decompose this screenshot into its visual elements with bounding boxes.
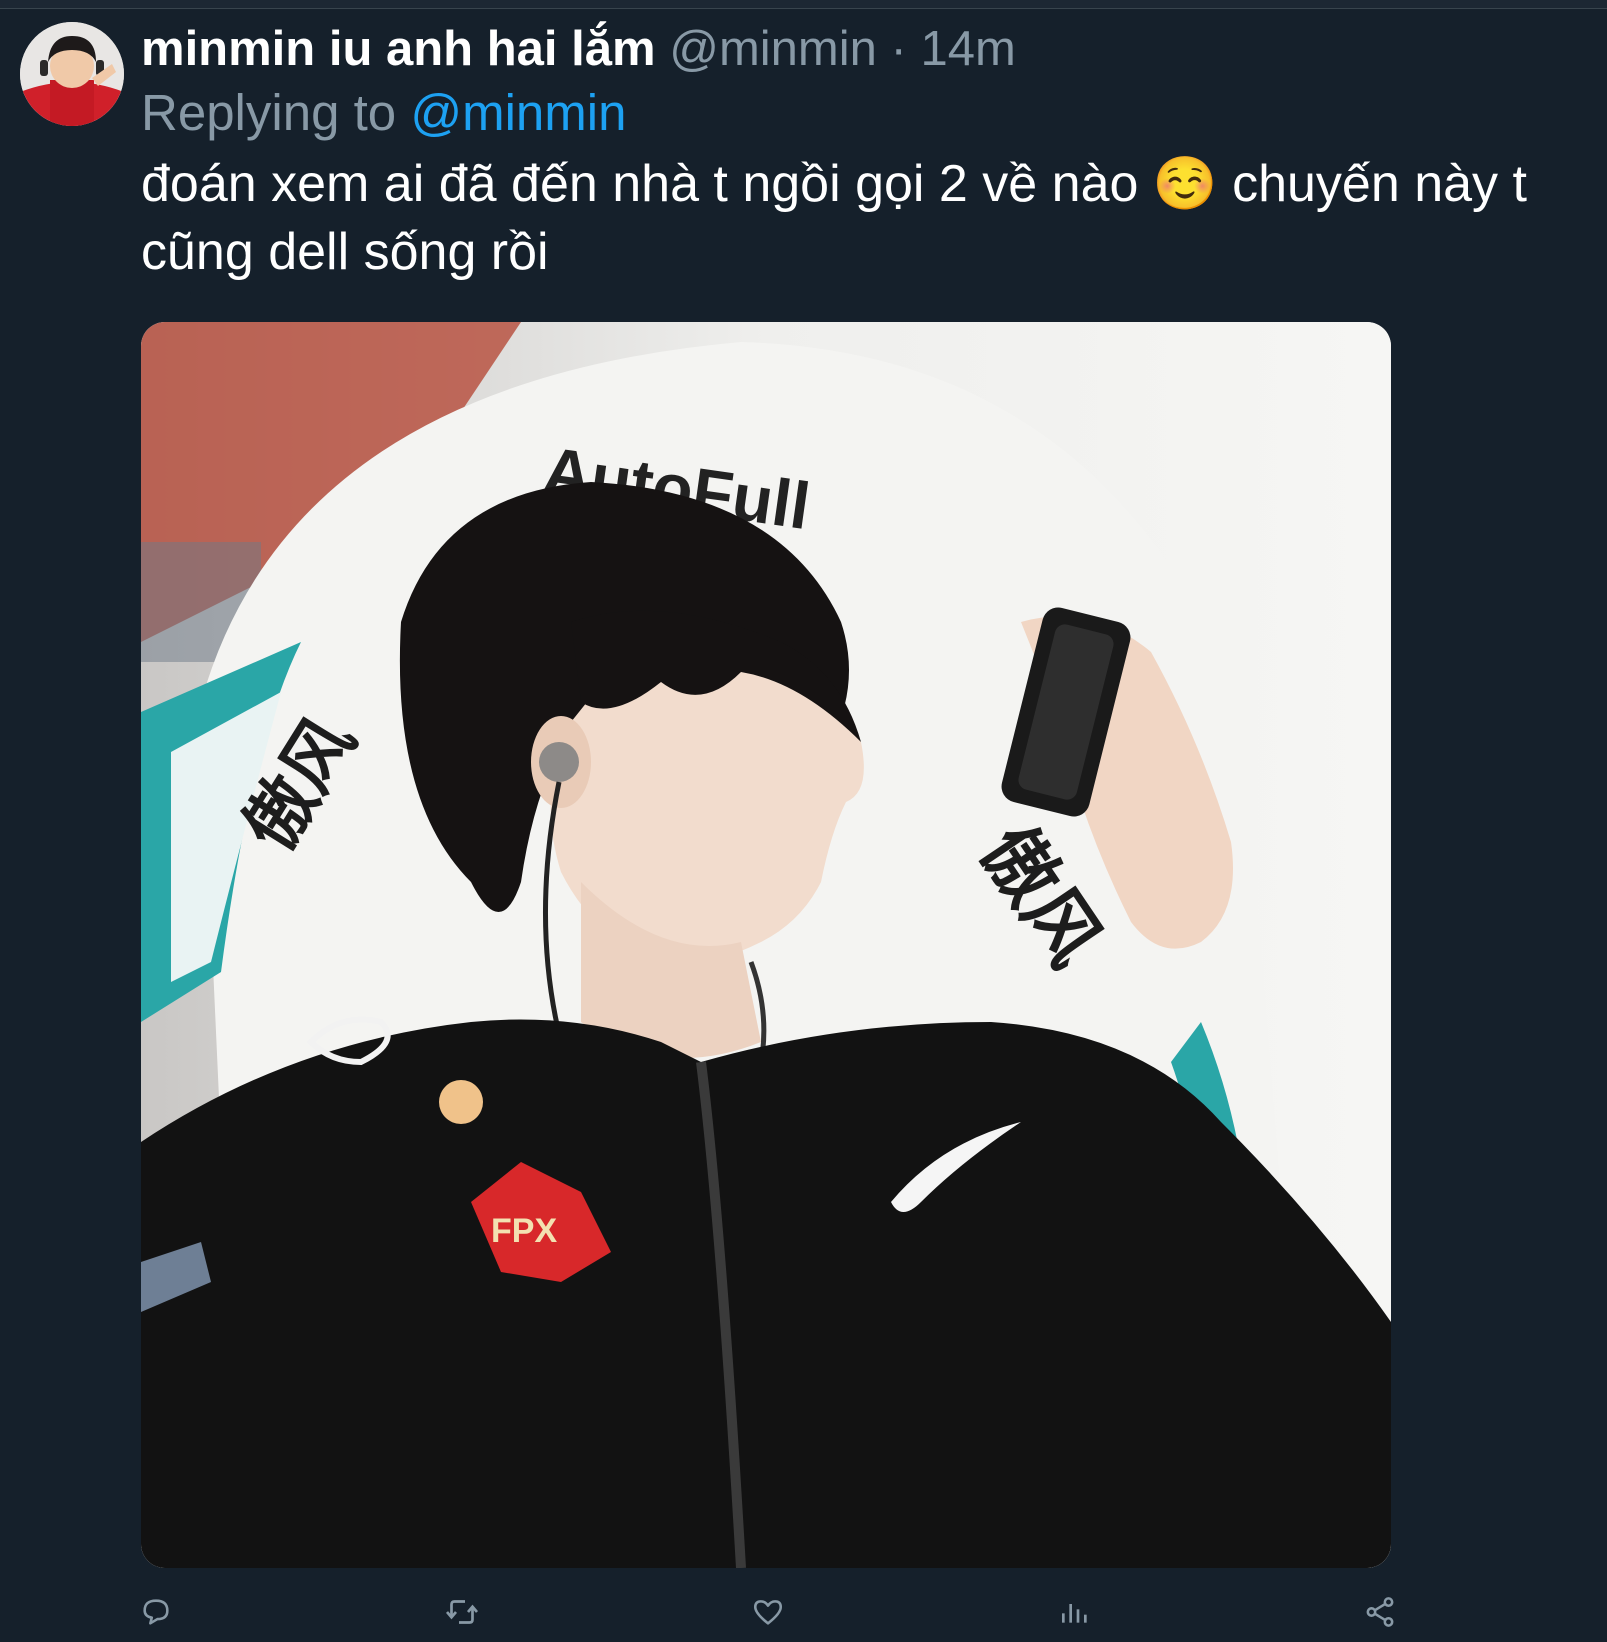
timestamp[interactable]: 14m xyxy=(920,22,1015,76)
tweet-photo[interactable]: AutoFull 傲风 傲风 FPX xyxy=(141,322,1391,1568)
fpx-patch-text: FPX xyxy=(491,1212,557,1250)
display-name[interactable]: minmin iu anh hai lắm xyxy=(141,22,656,76)
like-button[interactable] xyxy=(746,1590,790,1634)
avatar[interactable] xyxy=(20,22,124,126)
retweet-button[interactable] xyxy=(440,1590,484,1634)
reply-icon xyxy=(143,1599,169,1625)
replying-label: Replying to xyxy=(141,84,397,141)
share-button[interactable] xyxy=(1358,1590,1402,1634)
tweet-content: minmin iu anh hai lắm @minmin · 14m Repl… xyxy=(141,18,1581,286)
tweet[interactable]: minmin iu anh hai lắm @minmin · 14m Repl… xyxy=(0,8,1607,1637)
replying-to: Replying to @minmin xyxy=(141,80,1581,146)
analytics-button[interactable] xyxy=(1052,1590,1096,1634)
tweet-actions xyxy=(0,1586,1607,1642)
user-handle[interactable]: @minmin xyxy=(669,22,877,76)
reply-button[interactable] xyxy=(134,1590,178,1634)
tweet-text: đoán xem ai đã đến nhà t ngồi gọi 2 về n… xyxy=(141,150,1581,286)
separator-dot: · xyxy=(890,22,907,76)
tweet-header: minmin iu anh hai lắm @minmin · 14m xyxy=(141,18,1581,80)
heart-icon xyxy=(753,1600,783,1625)
reply-handle-link[interactable]: @minmin xyxy=(410,84,626,141)
analytics-icon xyxy=(1062,1604,1087,1623)
smiling-emoji: ☺️ xyxy=(1152,155,1218,213)
retweet-icon xyxy=(445,1600,479,1624)
tweet-text-part1: đoán xem ai đã đến nhà t ngồi gọi 2 về n… xyxy=(141,155,1139,213)
share-icon xyxy=(1366,1597,1394,1627)
